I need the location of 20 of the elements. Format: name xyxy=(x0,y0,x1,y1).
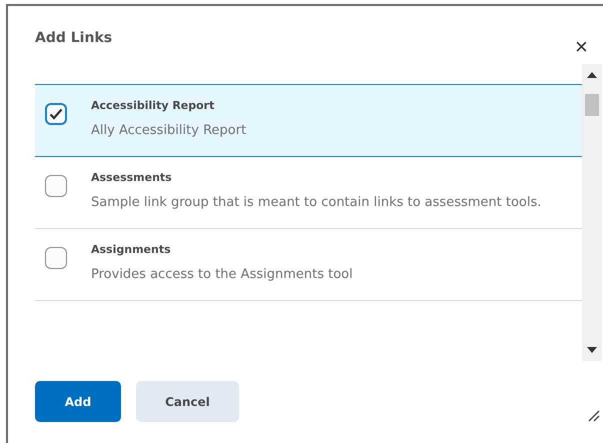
add-button[interactable]: Add xyxy=(35,381,121,422)
link-row[interactable]: Accessibility Report Ally Accessibility Report xyxy=(35,84,582,157)
scroll-down-icon[interactable] xyxy=(587,347,597,353)
checkbox[interactable] xyxy=(45,175,67,197)
scrollbar[interactable] xyxy=(582,64,602,361)
checkbox[interactable] xyxy=(45,103,67,125)
link-name: Accessibility Report xyxy=(91,99,216,112)
cancel-button[interactable]: Cancel xyxy=(136,381,239,422)
checkbox[interactable] xyxy=(45,247,67,269)
link-description: Provides access to the Assignments tool xyxy=(91,266,353,284)
link-description: Ally Accessibility Report xyxy=(91,122,246,140)
resize-grip-icon[interactable] xyxy=(588,410,600,422)
link-name: Assignments xyxy=(91,243,172,256)
check-icon xyxy=(49,108,63,120)
link-name: Assessments xyxy=(91,171,173,184)
close-button[interactable]: × xyxy=(575,36,588,58)
scroll-up-icon[interactable] xyxy=(587,72,597,78)
scrollbar-thumb[interactable] xyxy=(585,94,599,116)
link-description: Sample link group that is meant to contain links to assessment tools. xyxy=(91,194,542,212)
dialog-title: Add Links xyxy=(35,30,112,46)
